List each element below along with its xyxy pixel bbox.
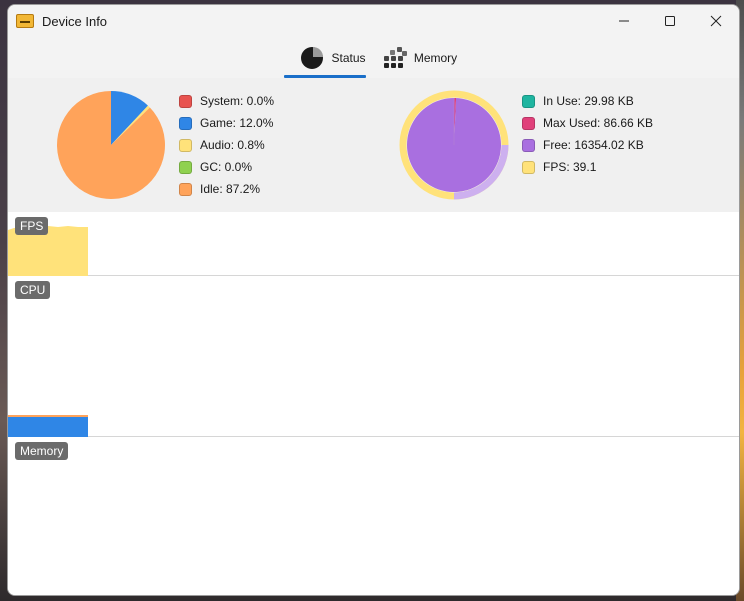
- legend-item-in-use: In Use: 29.98 KB: [522, 90, 653, 112]
- legend-item-gc: GC: 0.0%: [179, 156, 274, 178]
- cpu-usage-pie-chart: [57, 91, 166, 200]
- fps-graph-label: FPS: [15, 217, 49, 235]
- title-bar[interactable]: Device Info: [8, 5, 739, 37]
- legend-swatch: [179, 138, 192, 152]
- legend-label: FPS: 39.1: [543, 160, 597, 174]
- memory-usage-pie-chart: [399, 90, 509, 200]
- legend-swatch: [179, 116, 192, 130]
- legend-item-idle: Idle: 87.2%: [179, 178, 274, 200]
- fps-graph: FPS: [8, 212, 739, 276]
- memory-usage-legend: In Use: 29.98 KB Max Used: 86.66 KB Free…: [522, 90, 653, 178]
- tab-memory[interactable]: Memory: [378, 37, 462, 78]
- memory-grid-icon: [383, 46, 407, 69]
- legend-item-system: System: 0.0%: [179, 90, 274, 112]
- cpu-graph: CPU: [8, 276, 739, 437]
- minimize-button[interactable]: [601, 5, 647, 37]
- legend-swatch: [522, 116, 535, 130]
- memory-graph-label: Memory: [15, 442, 69, 460]
- legend-label: Game: 12.0%: [200, 116, 274, 130]
- legend-swatch: [522, 94, 535, 108]
- legend-swatch: [179, 94, 192, 108]
- pie-chart-icon: [300, 46, 324, 70]
- legend-item-game: Game: 12.0%: [179, 112, 274, 134]
- legend-swatch: [522, 138, 535, 152]
- maximize-button[interactable]: [647, 5, 693, 37]
- tab-status-label: Status: [331, 50, 366, 65]
- legend-swatch: [179, 182, 192, 196]
- legend-item-max-used: Max Used: 86.66 KB: [522, 112, 653, 134]
- cpu-idle-history: [8, 415, 88, 417]
- close-icon: [710, 15, 722, 27]
- window-controls: [601, 5, 739, 37]
- status-summary-panel: System: 0.0% Game: 12.0% Audio: 0.8% GC:…: [8, 78, 739, 213]
- cpu-game-history: [8, 417, 88, 437]
- legend-swatch: [522, 160, 535, 174]
- maximize-icon: [665, 16, 675, 26]
- legend-item-fps: FPS: 39.1: [522, 156, 653, 178]
- legend-label: Max Used: 86.66 KB: [543, 116, 654, 130]
- close-button[interactable]: [693, 5, 739, 37]
- legend-label: GC: 0.0%: [200, 160, 253, 174]
- legend-label: System: 0.0%: [200, 94, 275, 108]
- legend-label: In Use: 29.98 KB: [543, 94, 634, 108]
- legend-label: Idle: 87.2%: [200, 182, 261, 196]
- legend-label: Audio: 0.8%: [200, 138, 265, 152]
- memory-graph: Memory: [8, 437, 739, 595]
- cpu-graph-label: CPU: [15, 281, 51, 299]
- device-info-window: Device Info Status Memory System: 0.0% G…: [7, 4, 740, 596]
- fps-graph-plot: [8, 226, 88, 276]
- legend-item-free: Free: 16354.02 KB: [522, 134, 653, 156]
- app-icon: [16, 14, 34, 28]
- tab-bar: Status Memory: [8, 37, 739, 79]
- legend-item-audio: Audio: 0.8%: [179, 134, 274, 156]
- window-title: Device Info: [42, 13, 108, 29]
- minimize-icon: [619, 20, 629, 22]
- cpu-usage-legend: System: 0.0% Game: 12.0% Audio: 0.8% GC:…: [179, 90, 274, 200]
- tab-status[interactable]: Status: [292, 37, 374, 78]
- cpu-graph-plot: [8, 415, 88, 437]
- legend-swatch: [179, 160, 192, 174]
- legend-label: Free: 16354.02 KB: [543, 138, 644, 152]
- tab-memory-label: Memory: [413, 50, 458, 65]
